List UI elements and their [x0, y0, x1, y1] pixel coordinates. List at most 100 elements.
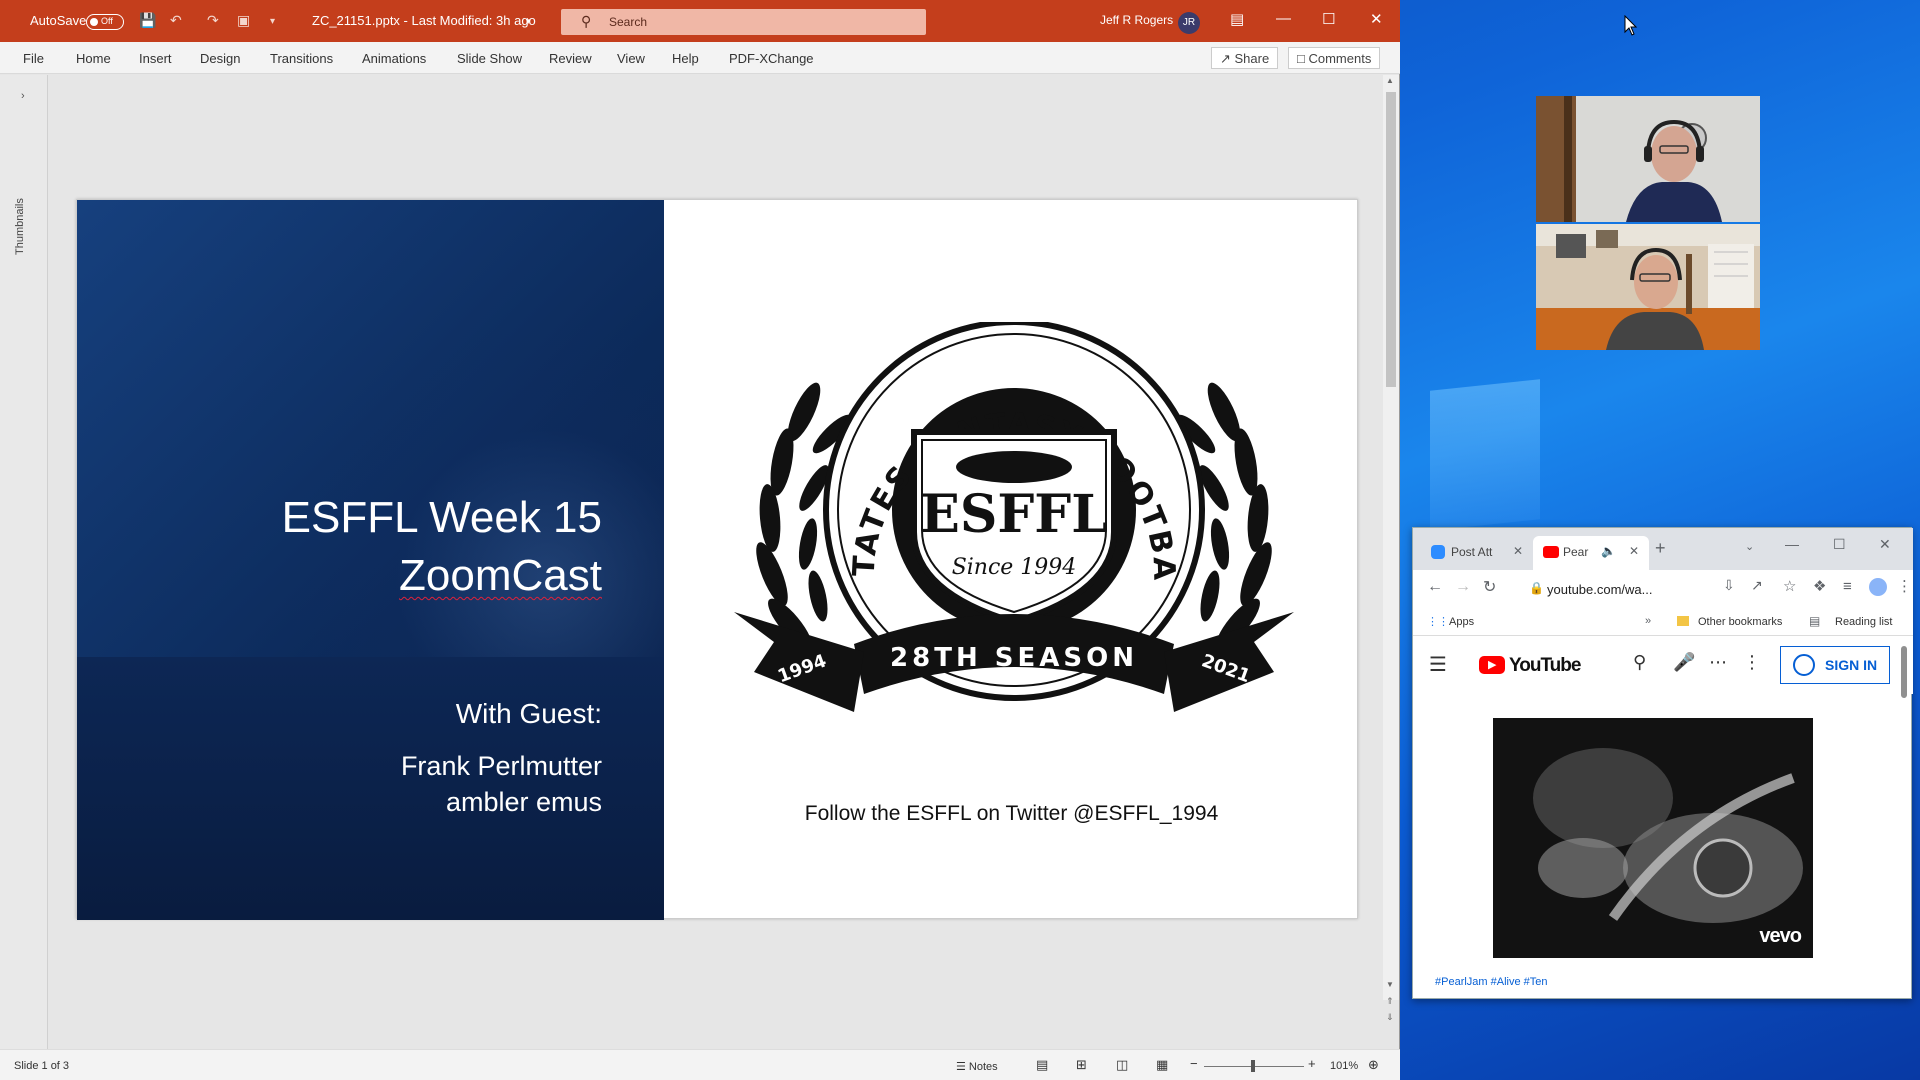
close-tab-icon[interactable]: ✕	[1629, 544, 1639, 558]
extensions-icon[interactable]: ❖	[1813, 577, 1826, 595]
normal-view-icon[interactable]: ▤	[1036, 1057, 1048, 1073]
tab-transitions[interactable]: Transitions	[270, 51, 333, 66]
hamburger-menu-icon[interactable]: ☰	[1429, 652, 1447, 677]
zoom-participant-video-2[interactable]	[1536, 224, 1760, 350]
slide-canvas[interactable]: ESFFL Week 15 ZoomCast With Guest: Frank…	[76, 199, 1359, 920]
close-icon[interactable]: ✕	[1370, 10, 1383, 28]
video-frame-image	[1493, 718, 1813, 958]
reading-view-icon[interactable]: ◫	[1116, 1057, 1128, 1073]
address-bar[interactable]: 🔒 youtube.com/wa...	[1521, 575, 1721, 603]
reading-list-icon[interactable]: ≡	[1843, 578, 1852, 595]
sign-in-label: SIGN IN	[1825, 657, 1878, 673]
customize-qat-icon[interactable]: ▾	[270, 16, 275, 27]
avatar[interactable]: JR	[1178, 12, 1200, 34]
logo-since: Since 1994	[952, 555, 1077, 580]
zoom-out-icon[interactable]: −	[1190, 1056, 1198, 1071]
maximize-icon[interactable]: ☐	[1322, 10, 1335, 28]
close-tab-icon[interactable]: ✕	[1513, 544, 1523, 558]
youtube-logo[interactable]: YouTube	[1509, 655, 1581, 677]
notes-button[interactable]: ☰ Notes	[956, 1060, 998, 1073]
zoom-slider-thumb[interactable]	[1251, 1060, 1255, 1072]
undo-icon[interactable]: ↶	[170, 12, 182, 29]
bookmark-other[interactable]: Other bookmarks	[1698, 616, 1782, 628]
profile-avatar[interactable]	[1869, 578, 1887, 596]
share-button[interactable]: ↗ Share	[1211, 47, 1279, 69]
scroll-up-icon[interactable]: ▲	[1386, 76, 1394, 85]
chrome-window: Post Att ✕ Pear 🔈 ✕ + ⌄ — ☐ ✕ ← → ↻ ≡ ⋮ …	[1412, 527, 1913, 999]
more-bookmarks-icon[interactable]: »	[1645, 615, 1651, 627]
sign-in-button[interactable]: SIGN IN	[1780, 646, 1890, 684]
reload-icon[interactable]: ↻	[1483, 577, 1496, 597]
expand-chevron-icon[interactable]: ›	[21, 90, 25, 102]
microphone-icon[interactable]: 🎤	[1673, 652, 1695, 673]
tab-slide-show[interactable]: Slide Show	[457, 51, 522, 66]
back-icon[interactable]: ←	[1427, 578, 1443, 596]
tab-search-icon[interactable]: ⌄	[1745, 540, 1754, 553]
zoom-level[interactable]: 101%	[1330, 1060, 1358, 1072]
zoom-participant-video-1[interactable]	[1536, 96, 1760, 222]
tab-title: Pear	[1563, 545, 1589, 559]
ribbon-display-icon[interactable]: ▤	[1230, 10, 1244, 28]
close-icon[interactable]: ✕	[1879, 536, 1891, 553]
slide-sorter-icon[interactable]: ⊞	[1076, 1057, 1087, 1073]
scroll-down-icon[interactable]: ▼	[1386, 980, 1394, 989]
lock-icon: 🔒	[1529, 581, 1544, 595]
tab-help[interactable]: Help	[672, 51, 699, 66]
page-scrollbar[interactable]	[1901, 646, 1907, 698]
chevron-down-icon[interactable]: ▾	[526, 16, 531, 27]
previous-slide-icon[interactable]: ⇑	[1386, 996, 1394, 1007]
present-icon[interactable]: ▣	[237, 12, 250, 29]
bookmark-star-icon[interactable]: ☆	[1783, 577, 1796, 595]
tab-design[interactable]: Design	[200, 51, 240, 66]
tab-animations[interactable]: Animations	[362, 51, 426, 66]
new-tab-icon[interactable]: +	[1655, 538, 1666, 559]
tab-home[interactable]: Home	[76, 51, 111, 66]
user-name[interactable]: Jeff R Rogers	[1100, 13, 1173, 27]
install-icon[interactable]: ⇩	[1723, 577, 1735, 594]
reading-list-icon: ▤	[1809, 614, 1821, 628]
browser-tab-zoom[interactable]: Post Att ✕	[1421, 536, 1531, 570]
tab-insert[interactable]: Insert	[139, 51, 172, 66]
bookmark-reading-list[interactable]: Reading list	[1835, 616, 1892, 628]
redo-icon[interactable]: ↷	[207, 12, 219, 29]
audio-playing-icon[interactable]: 🔈	[1601, 544, 1616, 558]
slide-title[interactable]: ESFFL Week 15 ZoomCast	[122, 489, 602, 605]
browser-tab-youtube[interactable]: Pear 🔈 ✕	[1533, 536, 1649, 570]
slideshow-view-icon[interactable]: ▦	[1156, 1057, 1168, 1073]
scrollbar-thumb[interactable]	[1386, 92, 1396, 387]
settings-kebab-icon[interactable]: ⋮	[1743, 652, 1761, 673]
twitter-follow-text[interactable]: Follow the ESFFL on Twitter @ESFFL_1994	[664, 802, 1359, 826]
tab-review[interactable]: Review	[549, 51, 592, 66]
comments-button[interactable]: □ Comments	[1288, 47, 1381, 69]
next-slide-icon[interactable]: ⇓	[1386, 1012, 1394, 1023]
zoom-in-icon[interactable]: +	[1308, 1056, 1316, 1071]
apps-grid-icon[interactable]: ⋯	[1709, 652, 1727, 673]
video-hashtags[interactable]: #PearlJam #Alive #Ten	[1435, 976, 1548, 988]
autosave-toggle[interactable]: Off	[86, 14, 124, 30]
powerpoint-window: AutoSave Off 💾 ↶ ↷ ▣ ▾ ZC_21151.pptx - L…	[0, 0, 1400, 1080]
fit-to-window-icon[interactable]: ⊕	[1368, 1057, 1379, 1073]
forward-icon[interactable]: →	[1455, 578, 1471, 596]
guest-label[interactable]: With Guest:	[456, 698, 602, 730]
guest-names[interactable]: Frank Perlmutter ambler emus	[401, 748, 602, 820]
bookmark-apps[interactable]: Apps	[1449, 616, 1474, 628]
apps-grid-icon[interactable]: ⋮⋮	[1427, 615, 1449, 628]
tab-view[interactable]: View	[617, 51, 645, 66]
menu-kebab-icon[interactable]: ⋮	[1897, 577, 1912, 595]
comments-label: Comments	[1308, 51, 1372, 66]
thumbnails-pane[interactable]: › Thumbnails	[0, 75, 48, 1049]
tab-pdf-xchange[interactable]: PDF-XChange	[729, 51, 814, 66]
search-input[interactable]: ⚲ Search	[561, 9, 926, 35]
youtube-video-player[interactable]: vevo	[1493, 718, 1813, 958]
maximize-icon[interactable]: ☐	[1833, 536, 1846, 553]
tab-file[interactable]: File	[23, 51, 44, 66]
esffl-logo[interactable]: EASTERN STATES FANTASY FOOTBALL LEAGUE E…	[714, 322, 1314, 742]
autosave-state: Off	[101, 16, 113, 26]
document-title[interactable]: ZC_21151.pptx - Last Modified: 3h ago	[312, 13, 536, 28]
search-icon[interactable]: ⚲	[1633, 652, 1646, 673]
minimize-icon[interactable]: —	[1785, 536, 1799, 552]
minimize-icon[interactable]: —	[1276, 10, 1291, 27]
title-line-1: ESFFL Week 15	[281, 493, 602, 542]
share-icon[interactable]: ↗	[1751, 577, 1763, 594]
save-icon[interactable]: 💾	[139, 12, 156, 29]
